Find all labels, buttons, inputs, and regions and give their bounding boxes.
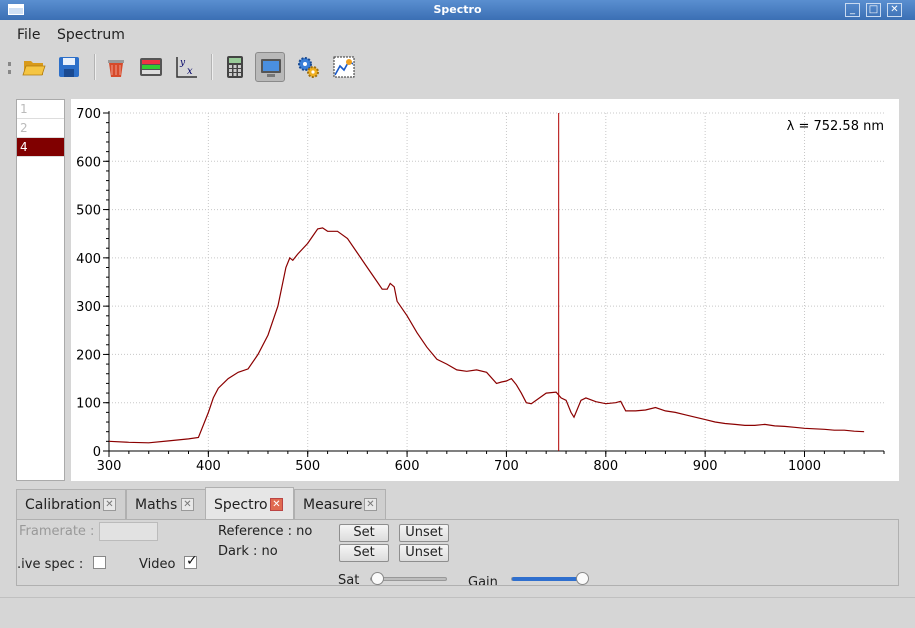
spectrum-line [108, 227, 865, 444]
menu-bar: File Spectrum [0, 21, 915, 47]
x-tick-label: 500 [295, 459, 320, 474]
toolbar: yx [0, 48, 915, 88]
gain-slider[interactable] [511, 572, 589, 585]
tab-label: Measure [303, 497, 363, 513]
check-icon: ✓ [186, 553, 198, 569]
close-icon[interactable]: ✕ [887, 3, 902, 17]
x-tick-label: 1000 [788, 459, 821, 474]
unset-reference-button[interactable]: Unset [399, 524, 449, 542]
monitor-icon[interactable] [255, 52, 285, 82]
close-tab-icon[interactable]: ✕ [270, 498, 283, 511]
toolbar-separator [211, 54, 213, 80]
menu-spectrum[interactable]: Spectrum [57, 27, 125, 43]
spectrum-list-item[interactable]: 1 [17, 100, 64, 119]
live-spec-label: .ive spec : [17, 557, 84, 572]
calculator-icon[interactable] [220, 52, 250, 82]
close-tab-icon[interactable]: ✕ [103, 498, 116, 511]
gain-label: Gain [468, 575, 498, 586]
plot-options-icon[interactable] [329, 52, 359, 82]
axis-icon[interactable]: yx [171, 52, 201, 82]
y-tick-label: 500 [76, 204, 101, 219]
y-tick-label: 700 [76, 107, 101, 122]
tab-label: Maths [135, 497, 178, 513]
tab-label: Calibration [25, 497, 102, 513]
tab-spectro[interactable]: Spectro ✕ [205, 487, 294, 520]
x-tick-label: 900 [693, 459, 718, 474]
unset-dark-button[interactable]: Unset [399, 544, 449, 562]
trash-icon[interactable] [101, 52, 131, 82]
title-bar: Spectro _ □ ✕ [0, 0, 915, 20]
y-tick-label: 200 [76, 348, 101, 363]
tab-maths[interactable]: Maths ✕ [126, 489, 206, 519]
gain-slider-handle[interactable] [576, 572, 589, 585]
spectrum-plot[interactable]: 300 400 500 600 700 800 900 1000 0 100 200 300 400 50… [71, 99, 899, 481]
set-dark-button[interactable]: Set [339, 544, 389, 562]
sat-slider[interactable] [370, 572, 447, 585]
video-checkbox[interactable]: ✓ [184, 553, 198, 569]
toolbar-separator [94, 54, 96, 80]
open-folder-icon[interactable] [19, 52, 49, 82]
spectrum-list-item-selected[interactable]: 4 [17, 138, 64, 157]
y-tick-label: 600 [76, 155, 101, 170]
x-tick-label: 600 [395, 459, 420, 474]
save-icon[interactable] [54, 52, 84, 82]
close-tab-icon[interactable]: ✕ [181, 498, 194, 511]
svg-text:y: y [179, 58, 186, 68]
spectrum-list-item[interactable]: 2 [17, 119, 64, 138]
maximize-icon[interactable]: □ [866, 3, 881, 17]
spectrum-chart[interactable]: 300 400 500 600 700 800 900 1000 0 100 200 300 400 50… [71, 99, 899, 481]
y-tick-label: 0 [93, 445, 101, 460]
sat-label: Sat [338, 573, 360, 586]
video-label: Video [139, 557, 176, 572]
spectrum-list[interactable]: 1 2 4 [16, 99, 65, 481]
status-bar [0, 597, 915, 628]
framerate-field[interactable] [99, 522, 158, 541]
x-tick-label: 400 [196, 459, 221, 474]
window-title: Spectro [433, 3, 482, 16]
set-reference-button[interactable]: Set [339, 524, 389, 542]
svg-text:x: x [187, 66, 193, 77]
y-tick-label: 100 [76, 397, 101, 412]
menu-file[interactable]: File [17, 27, 40, 43]
x-tick-label: 300 [97, 459, 122, 474]
framerate-label: Framerate : [19, 524, 95, 539]
reference-status: Reference : no [218, 524, 313, 539]
gain-slider-fill [512, 577, 582, 581]
spectra-icon[interactable] [136, 52, 166, 82]
x-tick-label: 800 [593, 459, 618, 474]
cursor-readout: λ = 752.58 nm [787, 119, 884, 134]
tab-calibration[interactable]: Calibration ✕ [16, 489, 126, 519]
settings-icon[interactable] [293, 52, 323, 82]
tab-measure[interactable]: Measure ✕ [294, 489, 386, 519]
spectro-panel: Framerate : .ive spec : Video ✓ Referenc… [16, 519, 899, 586]
sat-slider-handle[interactable] [371, 572, 384, 585]
tab-label: Spectro [214, 497, 268, 513]
y-tick-label: 400 [76, 252, 101, 267]
y-tick-label: 300 [76, 300, 101, 315]
toolbar-grip[interactable] [8, 62, 14, 74]
dark-status: Dark : no [218, 544, 278, 559]
close-tab-icon[interactable]: ✕ [364, 498, 377, 511]
minimize-icon[interactable]: _ [845, 3, 860, 17]
x-tick-label: 700 [494, 459, 519, 474]
live-spec-checkbox[interactable] [93, 556, 106, 569]
